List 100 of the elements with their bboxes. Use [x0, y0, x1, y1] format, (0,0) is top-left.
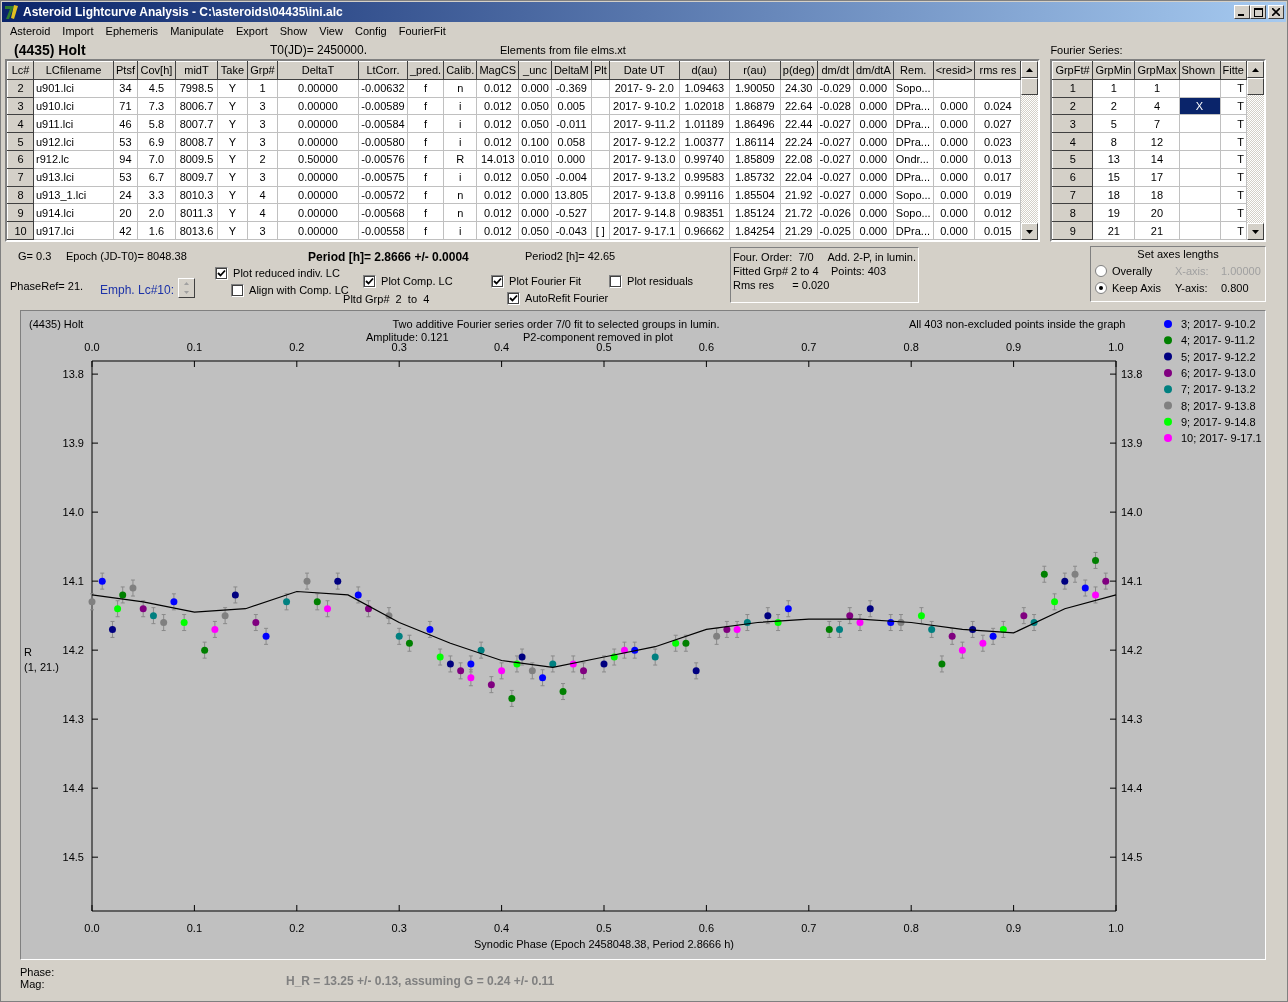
column-header[interactable]: DeltaT — [277, 61, 359, 80]
menu-item[interactable]: Config — [348, 25, 393, 37]
column-header[interactable]: _pred. — [407, 61, 444, 80]
checkbox[interactable]: Plot reduced indiv. LC — [215, 266, 364, 280]
column-header[interactable]: Cov[h] — [137, 61, 176, 80]
table-cell: 3 — [259, 117, 266, 130]
table-cell: 0.00000 — [298, 171, 338, 184]
tick-label: 0.6 — [698, 341, 715, 353]
menu-item[interactable]: Ephemeris — [99, 25, 165, 37]
tick-label: 14.5 — [62, 851, 84, 864]
menu-item[interactable]: Manipulate — [164, 25, 230, 37]
table-cell: 1.86114 — [735, 135, 775, 148]
table-cell: Sopo... — [895, 82, 931, 95]
table-cell: 1.85124 — [734, 206, 775, 219]
table-cell: Y — [228, 117, 237, 130]
column-header[interactable]: Lc# — [7, 61, 34, 80]
scrollbar-thumb[interactable] — [1021, 78, 1039, 95]
table-cell: 4 — [1153, 100, 1160, 112]
tick-label: 1.0 — [1108, 341, 1124, 353]
data-point — [98, 572, 106, 590]
menu-item[interactable]: Import — [56, 25, 100, 37]
table-cell: u913_1.lci — [36, 188, 87, 201]
column-header[interactable]: dm/dt — [817, 61, 854, 80]
checkbox[interactable]: Plot Comp. LC — [363, 274, 492, 288]
scrollbar[interactable] — [1021, 61, 1039, 240]
point — [129, 584, 137, 592]
checkbox[interactable]: Plot Fourier Fit — [491, 274, 610, 288]
column-header[interactable]: Ptsf — [113, 61, 138, 80]
table-cell: f — [424, 153, 428, 166]
column-header[interactable]: LtCorr. — [358, 61, 408, 80]
scroll-down-button[interactable] — [1021, 223, 1039, 240]
menu-item[interactable]: FourierFit — [392, 25, 452, 37]
table-cell: 8009.5 — [179, 153, 214, 166]
column-header[interactable]: Grp# — [247, 61, 278, 80]
table-cell: 0.000 — [859, 117, 888, 130]
column-header[interactable]: dm/dtA — [853, 61, 894, 80]
table-cell: 18 — [1150, 188, 1164, 201]
column-header[interactable]: rms res — [974, 61, 1021, 80]
column-header[interactable]: r(au) — [729, 61, 781, 80]
column-header[interactable]: GrpMax — [1134, 61, 1179, 80]
amplitude-label: Amplitude: 0.121 — [366, 331, 449, 343]
point — [98, 577, 106, 585]
column-header[interactable]: Date UT — [609, 61, 680, 80]
column-header[interactable]: d(au) — [679, 61, 730, 80]
column-header[interactable]: Fitte — [1220, 61, 1247, 80]
column-header[interactable]: LCfilename — [33, 61, 114, 80]
column-header[interactable]: _unc — [518, 61, 552, 80]
column-header[interactable]: p(deg) — [780, 61, 818, 80]
table-cell: 0.000 — [859, 82, 888, 95]
radio-button[interactable]: Overally — [1095, 264, 1175, 277]
point — [825, 625, 833, 633]
scroll-up-button[interactable] — [1021, 61, 1039, 78]
table-cell: 5.8 — [148, 117, 165, 130]
column-header[interactable]: Rem. — [893, 61, 934, 80]
table-cell: 1 — [259, 82, 266, 95]
column-header[interactable]: Take — [217, 61, 248, 80]
table-cell: r912.lc — [36, 153, 70, 166]
menu-item[interactable]: Export — [229, 25, 274, 37]
table-cell: T — [1237, 206, 1244, 219]
spin-button[interactable] — [178, 278, 196, 298]
data-point — [477, 641, 485, 659]
tick-label: 14.1 — [1121, 575, 1143, 588]
column-header[interactable]: DeltaM — [551, 61, 592, 80]
data-point — [231, 586, 239, 604]
table-cell: 0.00000 — [298, 135, 338, 148]
column-header[interactable]: Shown — [1179, 61, 1220, 80]
radio-button[interactable]: Keep Axis — [1095, 281, 1175, 294]
maximize-button[interactable] — [1250, 5, 1266, 19]
column-header[interactable]: midT — [175, 61, 218, 80]
checkbox[interactable]: AutoRefit Fourier — [507, 291, 610, 305]
table-cell: u910.lci — [36, 100, 74, 112]
tick-label: 0.4 — [493, 341, 510, 353]
column-header[interactable]: GrpFt# — [1052, 61, 1093, 80]
point — [303, 577, 311, 585]
close-button[interactable] — [1268, 5, 1284, 19]
table-cell: 0.00000 — [298, 100, 338, 112]
table-cell: -0.00572 — [361, 188, 405, 201]
column-header[interactable]: GrpMin — [1092, 61, 1135, 80]
data-point — [733, 620, 741, 638]
points-note: All 403 non-excluded points inside the graph — [909, 318, 1126, 330]
axis-value: 0.800 — [1221, 281, 1249, 294]
menu-item[interactable]: View — [313, 25, 349, 37]
data-point — [580, 662, 587, 680]
point — [948, 632, 956, 640]
checkbox[interactable]: Plot residuals — [609, 274, 694, 288]
table-cell: 1 — [1153, 82, 1160, 95]
table-cell: 21 — [1150, 224, 1164, 237]
column-header[interactable]: MagCS — [476, 61, 519, 80]
fit-info-text: Add. 2-P, in lumin. — [827, 251, 916, 263]
table-cell: 13.805 — [554, 188, 589, 201]
tick-label: 14.4 — [62, 782, 84, 795]
menu-item[interactable]: Show — [273, 25, 314, 37]
menu-item[interactable]: Asteroid — [4, 25, 57, 37]
data-point — [1040, 565, 1048, 583]
column-header[interactable]: <resid> — [933, 61, 975, 80]
table-cell: R — [456, 153, 465, 166]
data-point — [395, 627, 403, 645]
column-header[interactable]: Calib. — [443, 61, 477, 80]
tick-label: 1.0 — [1108, 922, 1124, 934]
minimize-button[interactable] — [1234, 5, 1250, 19]
